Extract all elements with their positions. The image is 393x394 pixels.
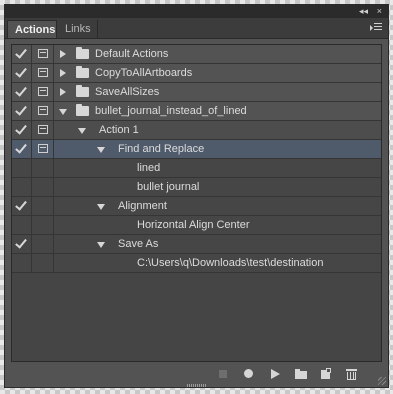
expand-chevron-down-icon[interactable] bbox=[59, 109, 67, 115]
expand-chevron-down-icon[interactable] bbox=[97, 242, 105, 248]
checkmark-icon bbox=[15, 103, 27, 116]
new-set-folder-icon[interactable] bbox=[294, 368, 308, 380]
dialog-toggle-icon bbox=[38, 106, 48, 115]
row-label: Alignment bbox=[118, 200, 167, 212]
step-row[interactable]: Find and Replace bbox=[12, 140, 381, 159]
toggle-item-cell[interactable] bbox=[12, 197, 32, 215]
folder-icon bbox=[76, 104, 89, 116]
toggle-dialog-cell[interactable] bbox=[32, 121, 54, 139]
toggle-dialog-cell[interactable] bbox=[32, 102, 54, 120]
set-row[interactable]: bullet_journal_instead_of_lined bbox=[12, 102, 381, 121]
toggle-dialog-cell[interactable] bbox=[32, 216, 54, 234]
toggle-dialog-cell[interactable] bbox=[32, 178, 54, 196]
row-label: Find and Replace bbox=[118, 143, 205, 155]
row-label: bullet_journal_instead_of_lined bbox=[95, 105, 247, 117]
action-parameter-row[interactable]: bullet journal bbox=[12, 178, 381, 197]
row-label: Horizontal Align Center bbox=[137, 219, 250, 231]
tab-links[interactable]: Links bbox=[58, 20, 98, 38]
action-parameter-row[interactable]: Horizontal Align Center bbox=[12, 216, 381, 235]
panel-tab-row: Actions Links bbox=[5, 18, 388, 39]
row-label: Action 1 bbox=[99, 124, 139, 136]
stop-recording-icon[interactable] bbox=[217, 368, 231, 380]
checkmark-icon bbox=[15, 84, 27, 97]
actions-panel: ◂◂ × Actions Links Default Actions CopyTo… bbox=[4, 4, 389, 388]
row-label: CopyToAllArtboards bbox=[95, 67, 193, 79]
tab-actions[interactable]: Actions bbox=[7, 20, 57, 38]
toggle-item-cell[interactable] bbox=[12, 102, 32, 120]
folder-icon bbox=[76, 66, 89, 78]
close-panel-icon[interactable]: × bbox=[377, 6, 382, 16]
toggle-item-cell[interactable] bbox=[12, 159, 32, 177]
checkmark-icon bbox=[15, 46, 27, 59]
toggle-dialog-cell[interactable] bbox=[32, 64, 54, 82]
dialog-toggle-icon bbox=[38, 49, 48, 58]
checkmark-icon bbox=[15, 236, 27, 249]
panel-resize-grip[interactable] bbox=[187, 384, 207, 387]
dialog-toggle-icon bbox=[38, 68, 48, 77]
toggle-item-cell[interactable] bbox=[12, 235, 32, 253]
toggle-dialog-cell[interactable] bbox=[32, 235, 54, 253]
toggle-item-cell[interactable] bbox=[12, 45, 32, 63]
new-action-icon[interactable] bbox=[319, 368, 333, 380]
row-label: Default Actions bbox=[95, 48, 169, 60]
toggle-dialog-cell[interactable] bbox=[32, 159, 54, 177]
action-parameter-row[interactable]: lined bbox=[12, 159, 381, 178]
toggle-item-cell[interactable] bbox=[12, 254, 32, 272]
toggle-item-cell[interactable] bbox=[12, 140, 32, 158]
set-row[interactable]: Default Actions bbox=[12, 45, 381, 64]
checkmark-icon bbox=[15, 65, 27, 78]
toggle-item-cell[interactable] bbox=[12, 121, 32, 139]
set-row[interactable]: SaveAllSizes bbox=[12, 83, 381, 102]
play-icon[interactable] bbox=[268, 368, 282, 380]
step-row[interactable]: Save As bbox=[12, 235, 381, 254]
set-row[interactable]: CopyToAllArtboards bbox=[12, 64, 381, 83]
toggle-item-cell[interactable] bbox=[12, 83, 32, 101]
toggle-dialog-cell[interactable] bbox=[32, 140, 54, 158]
dialog-toggle-icon bbox=[38, 144, 48, 153]
corner-resize-grip[interactable] bbox=[378, 377, 386, 385]
checkmark-icon bbox=[15, 122, 27, 135]
panel-titlebar: ◂◂ × bbox=[5, 5, 388, 18]
expand-chevron-down-icon[interactable] bbox=[97, 204, 105, 210]
dialog-toggle-icon bbox=[38, 125, 48, 134]
expand-chevron-right-icon[interactable] bbox=[60, 50, 66, 58]
collapse-panel-icon[interactable]: ◂◂ bbox=[359, 6, 368, 16]
expand-chevron-down-icon[interactable] bbox=[78, 128, 86, 134]
toggle-dialog-cell[interactable] bbox=[32, 197, 54, 215]
checkmark-icon bbox=[15, 141, 27, 154]
record-icon[interactable] bbox=[242, 368, 256, 380]
row-label: C:\Users\q\Downloads\test\destination bbox=[137, 257, 324, 269]
expand-chevron-right-icon[interactable] bbox=[60, 88, 66, 96]
row-label: Save As bbox=[118, 238, 159, 250]
action-row[interactable]: Action 1 bbox=[12, 121, 381, 140]
panel-menu-icon[interactable] bbox=[370, 22, 382, 32]
step-row[interactable]: Alignment bbox=[12, 197, 381, 216]
toggle-dialog-cell[interactable] bbox=[32, 83, 54, 101]
toggle-item-cell[interactable] bbox=[12, 216, 32, 234]
row-label: SaveAllSizes bbox=[95, 86, 160, 98]
toggle-dialog-cell[interactable] bbox=[32, 254, 54, 272]
checkmark-icon bbox=[15, 198, 27, 211]
row-label: lined bbox=[137, 162, 161, 174]
actions-list[interactable]: Default Actions CopyToAllArtboards SaveAll… bbox=[11, 44, 382, 362]
toggle-item-cell[interactable] bbox=[12, 178, 32, 196]
expand-chevron-down-icon[interactable] bbox=[97, 147, 105, 153]
folder-icon bbox=[76, 85, 89, 97]
toggle-dialog-cell[interactable] bbox=[32, 45, 54, 63]
folder-icon bbox=[76, 47, 89, 59]
dialog-toggle-icon bbox=[38, 87, 48, 96]
row-label: bullet journal bbox=[137, 181, 200, 193]
action-parameter-row[interactable]: C:\Users\q\Downloads\test\destination bbox=[12, 254, 381, 273]
expand-chevron-right-icon[interactable] bbox=[60, 69, 66, 77]
toggle-item-cell[interactable] bbox=[12, 64, 32, 82]
delete-trash-icon[interactable] bbox=[345, 368, 359, 380]
